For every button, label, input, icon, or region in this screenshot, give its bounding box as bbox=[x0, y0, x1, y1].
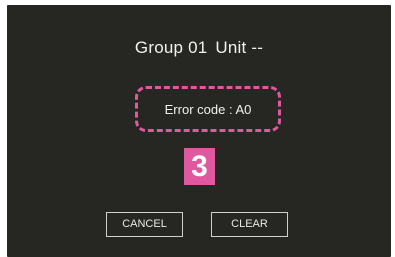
step-number-badge: 3 bbox=[184, 148, 215, 185]
error-code-highlight: Error code : A0 bbox=[135, 86, 281, 132]
controller-screen: Group 01 Unit -- Error code : A0 3 CANCEL… bbox=[7, 5, 391, 257]
error-code-text: Error code : A0 bbox=[164, 102, 252, 117]
clear-button[interactable]: CLEAR bbox=[211, 212, 288, 237]
unit-label: Unit -- bbox=[215, 38, 264, 57]
group-label: Group 01 bbox=[134, 38, 208, 57]
header-title: Group 01 Unit -- bbox=[7, 38, 391, 58]
cancel-button[interactable]: CANCEL bbox=[106, 212, 183, 237]
